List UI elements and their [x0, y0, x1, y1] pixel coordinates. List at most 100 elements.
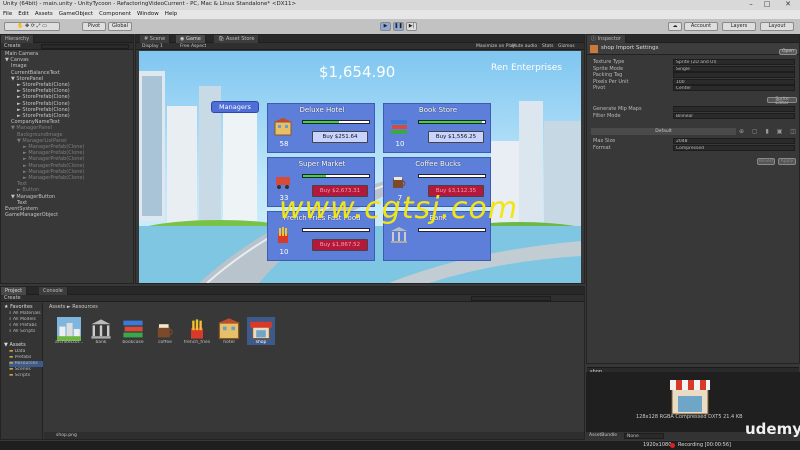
account-dropdown[interactable]: Account — [684, 22, 718, 31]
pivot-button[interactable]: Pivot — [82, 22, 106, 31]
tab-inspector[interactable]: ⓘ Inspector — [587, 35, 626, 43]
menu-item-edit[interactable]: Edit — [18, 10, 29, 19]
asset-file-label: hotel — [223, 340, 235, 345]
books-icon — [389, 117, 409, 137]
company-name-text: Ren Enterprises — [491, 63, 562, 73]
play-icon[interactable]: ▶ — [380, 22, 391, 31]
platform-default-tab[interactable]: Default — [591, 128, 736, 135]
inspector-row-label: Pivot — [593, 85, 606, 91]
hierarchy-item[interactable]: GameManagerObject — [5, 212, 133, 218]
maximize-icon[interactable]: □ — [760, 0, 774, 10]
asset-file-label: shop — [247, 340, 275, 345]
inspector-row-value[interactable]: 100 — [673, 78, 795, 85]
inspector-row-value[interactable] — [673, 106, 795, 112]
store-progress-bar — [418, 174, 486, 178]
hierarchy-search-input[interactable] — [41, 44, 129, 49]
inspector-row-value[interactable]: Center — [673, 85, 795, 91]
global-button[interactable]: Global — [108, 22, 132, 31]
tab-asset-store[interactable]: 🛍 Asset Store — [214, 35, 260, 43]
buy-button[interactable]: Buy $251.64 — [312, 131, 368, 143]
mute-toggle[interactable]: Mute audio — [512, 43, 537, 50]
architecture-icon — [57, 317, 81, 341]
store-name: Book Store — [418, 106, 458, 114]
rect-icon[interactable]: ▭ — [42, 23, 47, 29]
asset-grid: architector... bank bookcase coffee french_f… — [1, 287, 584, 439]
hierarchy-panel: Hierarchy Create Main Camera ▼ Canvas Imag… — [0, 34, 134, 284]
sprite-editor-button[interactable]: Sprite Editor — [767, 97, 797, 106]
step-icon[interactable]: ▶| — [406, 22, 417, 31]
tab-hierarchy[interactable]: Hierarchy — [1, 35, 35, 43]
gizmos-dropdown[interactable]: Gizmos — [558, 43, 575, 50]
project-footer: shop.png — [44, 432, 584, 439]
move-icon[interactable]: ✥ — [25, 23, 29, 29]
store-progress-bar — [302, 228, 370, 232]
assetbundle-dropdown[interactable]: None — [624, 433, 664, 439]
hierarchy-tabbar: Hierarchy — [1, 35, 133, 43]
apply-button[interactable]: Apply — [778, 158, 796, 165]
title-bar: Unity (64bit) - main.unity - UnityTycoon… — [0, 0, 800, 10]
open-button[interactable]: Open — [779, 49, 797, 55]
transform-tools[interactable]: ✋ ✥ ⟳ ⤢ ▭ — [4, 22, 60, 31]
asset-file-label: architector... — [55, 340, 83, 345]
inspector-rows-3: Max Size 2048 Format Compressed — [587, 138, 799, 151]
menu-item-assets[interactable]: Assets — [35, 10, 53, 19]
store-count: 10 — [395, 140, 405, 148]
layout-dropdown[interactable]: Layout — [760, 22, 794, 31]
cart-icon — [273, 171, 293, 191]
fries-icon — [191, 319, 203, 339]
menu-item-help[interactable]: Help — [165, 10, 178, 19]
display-dropdown[interactable]: Display 1 — [142, 43, 163, 50]
inspector-row-label: Filter Mode — [593, 112, 621, 119]
game-icon: ◉ — [180, 36, 185, 42]
info-icon: ⓘ — [591, 36, 597, 42]
unity-editor: Unity (64bit) - main.unity - UnityTycoon… — [0, 0, 800, 450]
asset-file-label: french_fries — [183, 340, 211, 345]
minimize-icon[interactable]: – — [744, 0, 758, 10]
close-icon[interactable]: ✕ — [778, 0, 798, 10]
inspector-header: shop Import Settings Open — [587, 43, 799, 55]
hand-icon[interactable]: ✋ — [17, 23, 23, 29]
watermark-text: www.cgtsj.com — [279, 191, 519, 226]
store-progress-bar — [302, 174, 370, 178]
hierarchy-create-button[interactable]: Create — [4, 43, 21, 50]
balance-text: $1,654.90 — [319, 63, 396, 81]
store-card: Deluxe Hotel 58 Buy $251.64 — [267, 103, 375, 153]
window-title: Unity (64bit) - main.unity - UnityTycoon… — [3, 1, 297, 7]
menu-item-gameobject[interactable]: GameObject — [59, 10, 93, 19]
pause-icon[interactable]: ❚❚ — [393, 22, 404, 31]
buy-button[interactable]: Buy $1,867.52 — [312, 239, 368, 251]
recording-text: Recording [00:00:56] — [678, 442, 731, 448]
store-count: 10 — [279, 248, 289, 256]
menu-item-window[interactable]: Window — [137, 10, 159, 19]
store-name: Super Market — [298, 160, 346, 168]
inspector-row-value[interactable] — [673, 72, 795, 78]
store-count: 58 — [279, 140, 289, 148]
assetbundle-label: AssetBundle — [589, 433, 617, 438]
inspector-row-value[interactable]: Compressed — [673, 144, 795, 151]
maximize-toggle[interactable]: Maximize on Play — [476, 43, 515, 50]
tab-scene[interactable]: # Scene — [140, 35, 171, 43]
inspector-row-value[interactable]: Bilinear — [673, 112, 795, 119]
rotate-icon[interactable]: ⟳ — [31, 23, 35, 29]
layers-dropdown[interactable]: Layers — [722, 22, 756, 31]
inspector-panel: ⓘ Inspector shop Import Settings Open Te… — [586, 34, 800, 375]
inspector-row-value[interactable]: 2048 — [673, 138, 795, 144]
managers-button[interactable]: Managers — [211, 101, 259, 113]
inspector-row-value[interactable]: Single — [673, 65, 795, 72]
store-progress-fill — [419, 121, 482, 123]
inspector-row-value[interactable]: Sprite (2D and UI) — [673, 59, 795, 65]
platform-icons[interactable]: ⊕ ▢ ▮ ▣ ◫ — [739, 128, 797, 135]
aspect-dropdown[interactable]: Free Aspect — [180, 43, 206, 50]
menu-bar: File Edit Assets GameObject Component Window H… — [0, 10, 800, 19]
menu-item-file[interactable]: File — [3, 10, 12, 19]
stats-toggle[interactable]: Stats — [542, 43, 554, 50]
hierarchy-subbar: Create — [1, 43, 133, 50]
scale-icon[interactable]: ⤢ — [37, 23, 41, 29]
tab-game[interactable]: ◉ Game — [176, 35, 206, 43]
menu-item-component[interactable]: Component — [99, 10, 131, 19]
bank-icon — [389, 225, 409, 245]
buy-button[interactable]: Buy $1,556.25 — [428, 131, 484, 143]
revert-button[interactable]: Revert — [757, 158, 775, 165]
store-progress-bar — [418, 228, 486, 232]
cloud-icon[interactable]: ☁ — [668, 22, 682, 31]
